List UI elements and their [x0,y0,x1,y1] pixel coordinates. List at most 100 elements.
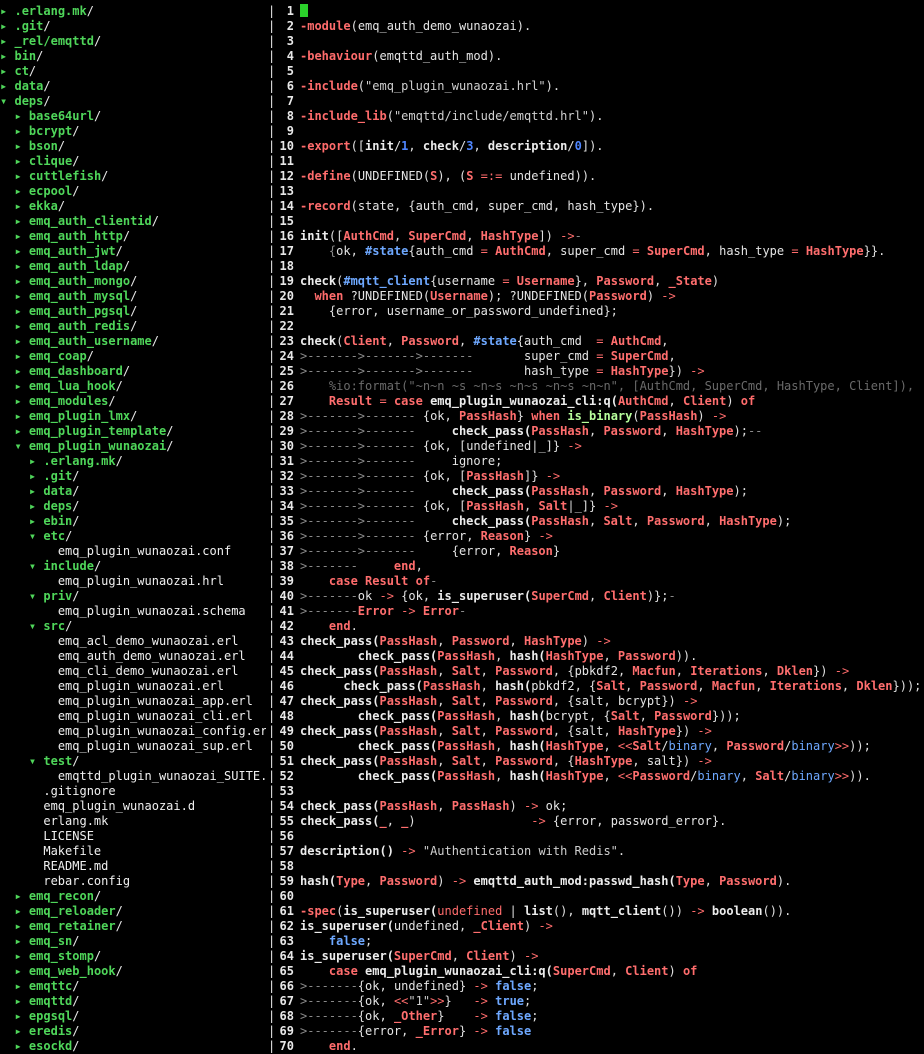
code-line[interactable]: is_superuser(SuperCmd, Client) -> [300,949,924,964]
tree-node[interactable]: ▸ .erlang.mk/ [0,454,266,469]
tree-node[interactable]: ▸ esockd/ [0,1039,266,1054]
code-line[interactable]: >------->------->------- super_cmd = Sup… [300,349,924,364]
tree-node[interactable]: ▸ clique/ [0,154,266,169]
expand-closed-icon[interactable]: ▸ [14,949,21,963]
tree-node[interactable]: ▸ emq_auth_redis/ [0,319,266,334]
code-line[interactable]: -behaviour(emqttd_auth_mod). [300,49,924,64]
expand-closed-icon[interactable]: ▸ [14,1039,21,1053]
expand-closed-icon[interactable]: ▸ [14,334,21,348]
tree-node[interactable]: ▸ emq_auth_username/ [0,334,266,349]
tree-node[interactable]: ▸ emq_reloader/ [0,904,266,919]
expand-closed-icon[interactable]: ▸ [29,454,36,468]
code-line[interactable]: >-------{ok, <<"1">>} -> true; [300,994,924,1009]
code-line[interactable]: check_pass(PassHash, Salt, Password, {sa… [300,694,924,709]
expand-closed-icon[interactable]: ▸ [14,124,21,138]
code-line[interactable]: >------->------- {ok, [PassHash]} -> [300,469,924,484]
tree-node[interactable]: ▸ emq_coap/ [0,349,266,364]
tree-node[interactable]: ▾ deps/ [0,94,266,109]
tree-node[interactable]: ▸ emq_sn/ [0,934,266,949]
tree-node[interactable]: emq_plugin_wunaozai_app.erl [0,694,266,709]
code-line[interactable]: >------->------- check_pass(PassHash, Pa… [300,424,924,439]
expand-closed-icon[interactable]: ▸ [0,4,7,18]
expand-closed-icon[interactable]: ▸ [14,169,21,183]
tree-node[interactable]: emq_plugin_wunaozai_config.erl [0,724,266,739]
code-line[interactable]: false; [300,934,924,949]
tree-node[interactable]: ▸ .erlang.mk/ [0,4,266,19]
tree-node[interactable]: ▸ emq_auth_clientid/ [0,214,266,229]
tree-node[interactable]: ▸ emq_auth_jwt/ [0,244,266,259]
code-line[interactable]: -record(state, {auth_cmd, super_cmd, has… [300,199,924,214]
expand-closed-icon[interactable]: ▸ [14,424,21,438]
tree-node[interactable]: ▸ emq_stomp/ [0,949,266,964]
code-line[interactable]: -module(emq_auth_demo_wunaozai). [300,19,924,34]
expand-closed-icon[interactable]: ▸ [14,214,21,228]
tree-node[interactable]: README.md [0,859,266,874]
tree-node[interactable]: ▸ ekka/ [0,199,266,214]
expand-closed-icon[interactable]: ▸ [14,904,21,918]
code-line[interactable]: check_pass(PassHash, hash(HashType, <<Sa… [300,739,924,754]
expand-closed-icon[interactable]: ▸ [14,1009,21,1023]
expand-closed-icon[interactable]: ▸ [14,919,21,933]
code-line[interactable]: >-------{ok, _Other} -> false; [300,1009,924,1024]
expand-open-icon[interactable]: ▾ [29,754,36,768]
tree-node[interactable]: ▸ emq_auth_mongo/ [0,274,266,289]
tree-node[interactable]: ▾ etc/ [0,529,266,544]
expand-closed-icon[interactable]: ▸ [14,994,21,1008]
tree-node[interactable]: ▸ data/ [0,484,266,499]
expand-closed-icon[interactable]: ▸ [14,1024,21,1038]
tree-node[interactable]: emq_plugin_wunaozai_cli.erl [0,709,266,724]
tree-node[interactable]: emq_plugin_wunaozai.erl [0,679,266,694]
tree-node[interactable]: ▸ .git/ [0,19,266,34]
code-line[interactable]: >------->------- check_pass(PassHash, Sa… [300,514,924,529]
tree-node[interactable]: emq_auth_demo_wunaozai.erl [0,649,266,664]
expand-closed-icon[interactable]: ▸ [14,319,21,333]
tree-node[interactable]: ▸ ecpool/ [0,184,266,199]
tree-node[interactable]: ▸ emq_dashboard/ [0,364,266,379]
tree-node[interactable]: ▸ data/ [0,79,266,94]
tree-node[interactable]: ▸ epgsql/ [0,1009,266,1024]
tree-node[interactable]: erlang.mk [0,814,266,829]
code-line[interactable]: -spec(is_superuser(undefined | list(), m… [300,904,924,919]
expand-closed-icon[interactable]: ▸ [14,154,21,168]
expand-closed-icon[interactable]: ▸ [14,979,21,993]
tree-node[interactable]: ▾ include/ [0,559,266,574]
expand-open-icon[interactable]: ▾ [29,559,36,573]
expand-open-icon[interactable]: ▾ [29,529,36,543]
code-line[interactable]: >------->------->------- hash_type = Has… [300,364,924,379]
expand-closed-icon[interactable]: ▸ [29,499,36,513]
code-line[interactable]: -export([init/1, check/3, description/0]… [300,139,924,154]
code-line[interactable]: check(#mqtt_client{username = Username},… [300,274,924,289]
expand-closed-icon[interactable]: ▸ [0,34,7,48]
tree-node[interactable]: rebar.config [0,874,266,889]
tree-node[interactable]: ▸ cuttlefish/ [0,169,266,184]
tree-node[interactable]: ▸ emq_modules/ [0,394,266,409]
tree-node[interactable]: ▸ ct/ [0,64,266,79]
code-line[interactable]: check_pass(PassHash, Salt, Password, {Ha… [300,754,924,769]
expand-closed-icon[interactable]: ▸ [14,139,21,153]
code-line[interactable]: hash(Type, Password) -> emqttd_auth_mod:… [300,874,924,889]
code-line[interactable]: is_superuser(undefined, _Client) -> [300,919,924,934]
expand-closed-icon[interactable]: ▸ [29,469,36,483]
expand-closed-icon[interactable]: ▸ [14,199,21,213]
code-line[interactable]: >------->------- ignore; [300,454,924,469]
code-line[interactable]: end. [300,619,924,634]
code-line[interactable]: %io:format("~n~n ~s ~n~s ~n~s ~n~s ~n~n"… [300,379,924,394]
tree-node[interactable]: emq_plugin_wunaozai_sup.erl [0,739,266,754]
tree-node[interactable]: ▾ priv/ [0,589,266,604]
expand-open-icon[interactable]: ▾ [29,619,36,633]
expand-closed-icon[interactable]: ▸ [14,109,21,123]
code-line[interactable]: >------- end, [300,559,924,574]
tree-node[interactable]: ▸ emq_retainer/ [0,919,266,934]
code-line[interactable]: check_pass(PassHash, hash(bcrypt, {Salt,… [300,709,924,724]
expand-open-icon[interactable]: ▾ [14,439,21,453]
tree-node[interactable]: ▸ emq_auth_ldap/ [0,259,266,274]
code-line[interactable]: check_pass(PassHash, PassHash) -> ok; [300,799,924,814]
tree-node[interactable]: ▸ emq_recon/ [0,889,266,904]
code-line[interactable]: end. [300,1039,924,1054]
code-line[interactable]: {error, username_or_password_undefined}; [300,304,924,319]
expand-closed-icon[interactable]: ▸ [29,484,36,498]
code-line[interactable]: >------->------- {ok, [PassHash, Salt|_]… [300,499,924,514]
tree-node[interactable]: ▸ deps/ [0,499,266,514]
code-line[interactable]: case emq_plugin_wunaozai_cli:q(SuperCmd,… [300,964,924,979]
tree-node[interactable]: ▸ emq_web_hook/ [0,964,266,979]
